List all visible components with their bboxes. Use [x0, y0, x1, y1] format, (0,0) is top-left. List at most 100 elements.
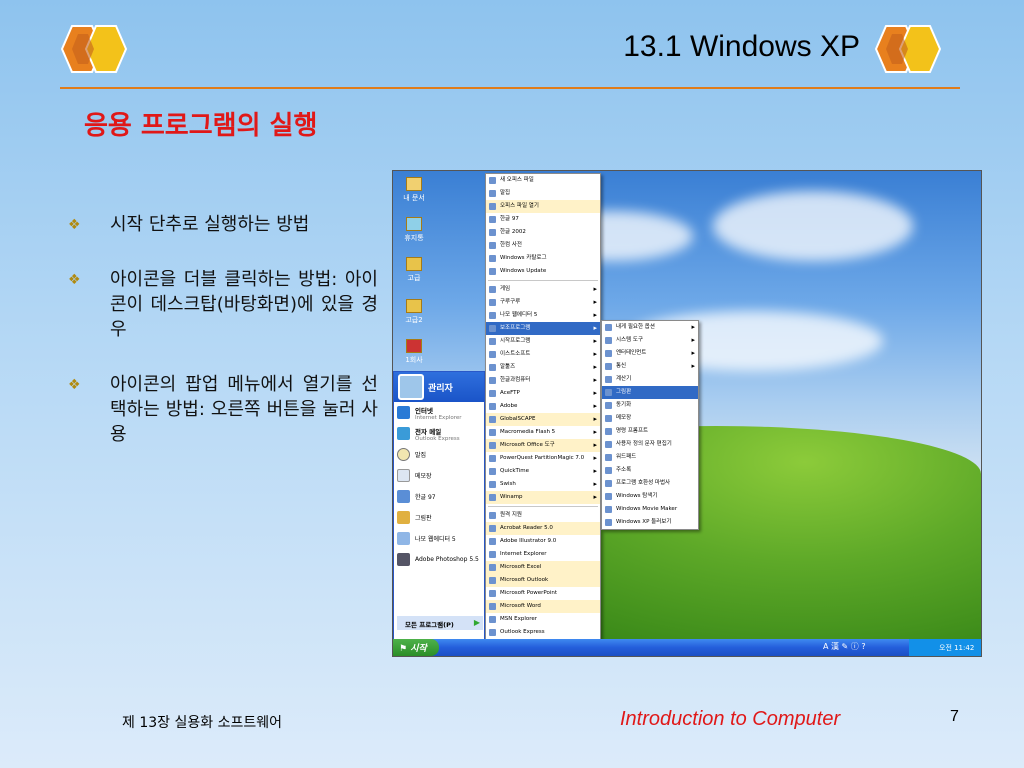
program-icon	[489, 468, 496, 475]
language-bar[interactable]: A 漢 ✎ ⓘ ?	[823, 641, 866, 652]
menu-item-label: Microsoft PowerPoint	[500, 590, 558, 596]
menu-item[interactable]: Windows Movie Maker	[602, 503, 698, 516]
menu-item[interactable]: Adobe	[486, 400, 600, 413]
menu-item[interactable]: Outlook Express	[486, 626, 600, 639]
program-icon	[489, 299, 496, 306]
menu-item[interactable]: GlobalSCAPE	[486, 413, 600, 426]
menu-item[interactable]: 사용자 정의 문자 편집기	[602, 438, 698, 451]
start-menu-item[interactable]: 메모장	[394, 465, 484, 486]
desktop-icon[interactable]: 내 문서	[399, 177, 429, 203]
menu-item[interactable]: 한글과컴퓨터	[486, 374, 600, 387]
system-tray-clock[interactable]: 오전 11:42	[909, 639, 981, 656]
page-title: 13.1 Windows XP	[623, 30, 860, 63]
menu-item[interactable]: Microsoft Outlook	[486, 574, 600, 587]
desktop-icon[interactable]: 1회사	[399, 339, 429, 365]
avatar	[398, 374, 424, 400]
program-icon	[605, 337, 612, 344]
start-menu: 관리자 인터넷 Internet Explorer 전자 메일 Outlook Ex…	[393, 371, 485, 641]
menu-item[interactable]: 보조프로그램	[486, 322, 600, 335]
menu-item[interactable]: 이스트소프트	[486, 348, 600, 361]
menu-item-label: 보조프로그램	[500, 325, 531, 331]
menu-item[interactable]: AceFTP	[486, 387, 600, 400]
program-icon	[489, 564, 496, 571]
bullet-item: ❖ 아이콘의 팝업 메뉴에서 열기를 선택하는 방법: 오른쪽 버튼을 눌러 사…	[60, 372, 380, 447]
menu-item[interactable]: 한컴 사전	[486, 239, 600, 252]
menu-item[interactable]: 메모장	[602, 412, 698, 425]
menu-item[interactable]: 통신	[602, 360, 698, 373]
menu-item[interactable]: 동기화	[602, 399, 698, 412]
start-menu-item[interactable]: 그림판	[394, 507, 484, 528]
start-menu-item[interactable]: 나모 웹에디터 5	[394, 528, 484, 549]
menu-item[interactable]: Windows Update	[486, 265, 600, 278]
menu-item-label: 말집	[500, 190, 511, 196]
menu-item[interactable]: 게임	[486, 283, 600, 296]
diamond-bullet-icon: ❖	[68, 377, 81, 393]
program-icon	[489, 390, 496, 397]
start-menu-item[interactable]: 한글 97	[394, 486, 484, 507]
menu-item[interactable]: 구루구루	[486, 296, 600, 309]
start-button[interactable]: ⚑ 시작	[393, 639, 439, 656]
menu-item[interactable]: 주소록	[602, 464, 698, 477]
menu-item[interactable]: Adobe Illustrator 9.0	[486, 535, 600, 548]
start-menu-item[interactable]: 말집	[394, 444, 484, 465]
menu-item-label: 이스트소프트	[500, 351, 531, 357]
menu-item[interactable]: Windows XP 둘러보기	[602, 516, 698, 529]
menu-item-label: 프로그램 호환성 마법사	[616, 480, 671, 486]
menu-item-label: 시작프로그램	[500, 338, 531, 344]
menu-item[interactable]: Microsoft Office 도구	[486, 439, 600, 452]
menu-item[interactable]: 한글 97	[486, 213, 600, 226]
menu-item[interactable]: 말집	[486, 187, 600, 200]
menu-item[interactable]: 원격 지원	[486, 509, 600, 522]
menu-item[interactable]: 워드패드	[602, 451, 698, 464]
start-menu-item[interactable]: 인터넷 Internet Explorer	[394, 402, 484, 423]
menu-item[interactable]: 나모 웹에디터 5	[486, 309, 600, 322]
menu-item-label: 한컴 사전	[500, 242, 522, 248]
windows-xp-screenshot: 내 문서 휴지통 고급 고급2 1회사 관리자 인터넷 Internet Expl…	[392, 170, 982, 657]
menu-item-label: 게임	[500, 286, 511, 292]
menu-item[interactable]: Macromedia Flash 5	[486, 426, 600, 439]
all-programs-button[interactable]: 모든 프로그램(P)	[397, 616, 483, 630]
menu-item[interactable]: 시작프로그램	[486, 335, 600, 348]
menu-item[interactable]: QuickTime	[486, 465, 600, 478]
menu-item-label: MSN Explorer	[500, 616, 537, 622]
menu-item[interactable]: Swish	[486, 478, 600, 491]
menu-item[interactable]: Windows 카탈로그	[486, 252, 600, 265]
menu-item-label: 사용자 정의 문자 편집기	[616, 441, 672, 447]
program-icon	[605, 350, 612, 357]
desktop-icon[interactable]: 고급	[399, 257, 429, 283]
menu-item[interactable]: 그림판	[602, 386, 698, 399]
menu-item[interactable]: 새 오피스 파일	[486, 174, 600, 187]
menu-item[interactable]: 프로그램 호환성 마법사	[602, 477, 698, 490]
menu-item[interactable]: Windows 탐색기	[602, 490, 698, 503]
program-icon	[605, 415, 612, 422]
program-icon	[489, 325, 496, 332]
hexagon-logo-icon	[60, 25, 128, 73]
menu-item[interactable]: PowerQuest PartitionMagic 7.0	[486, 452, 600, 465]
menu-item[interactable]: Winamp	[486, 491, 600, 504]
menu-item[interactable]: 계산기	[602, 373, 698, 386]
menu-item[interactable]: 내게 필요한 옵션	[602, 321, 698, 334]
menu-item[interactable]: Internet Explorer	[486, 548, 600, 561]
menu-item[interactable]: 명령 프롬프트	[602, 425, 698, 438]
menu-item[interactable]: 오피스 파일 열기	[486, 200, 600, 213]
menu-item-label: Microsoft Office 도구	[500, 442, 555, 448]
menu-item[interactable]: Microsoft PowerPoint	[486, 587, 600, 600]
menu-item-label: Adobe	[500, 403, 518, 409]
menu-item[interactable]: Microsoft Word	[486, 600, 600, 613]
menu-item-label: 주소록	[616, 467, 632, 473]
menu-item-label: 한글과컴퓨터	[500, 377, 531, 383]
menu-item[interactable]: 시스템 도구	[602, 334, 698, 347]
program-icon	[605, 402, 612, 409]
desktop-icon[interactable]: 휴지통	[399, 217, 429, 243]
start-menu-item[interactable]: 전자 메일 Outlook Express	[394, 423, 484, 444]
menu-item-label: 구루구루	[500, 299, 521, 305]
menu-item[interactable]: Acrobat Reader 5.0	[486, 522, 600, 535]
menu-item[interactable]: MSN Explorer	[486, 613, 600, 626]
start-menu-item[interactable]: Adobe Photoshop 5.5	[394, 549, 484, 570]
menu-item[interactable]: 알툴즈	[486, 361, 600, 374]
menu-item[interactable]: 엔터테인먼트	[602, 347, 698, 360]
desktop-icon[interactable]: 고급2	[399, 299, 429, 325]
menu-item[interactable]: Microsoft Excel	[486, 561, 600, 574]
start-menu-header: 관리자	[394, 372, 484, 402]
menu-item[interactable]: 한글 2002	[486, 226, 600, 239]
